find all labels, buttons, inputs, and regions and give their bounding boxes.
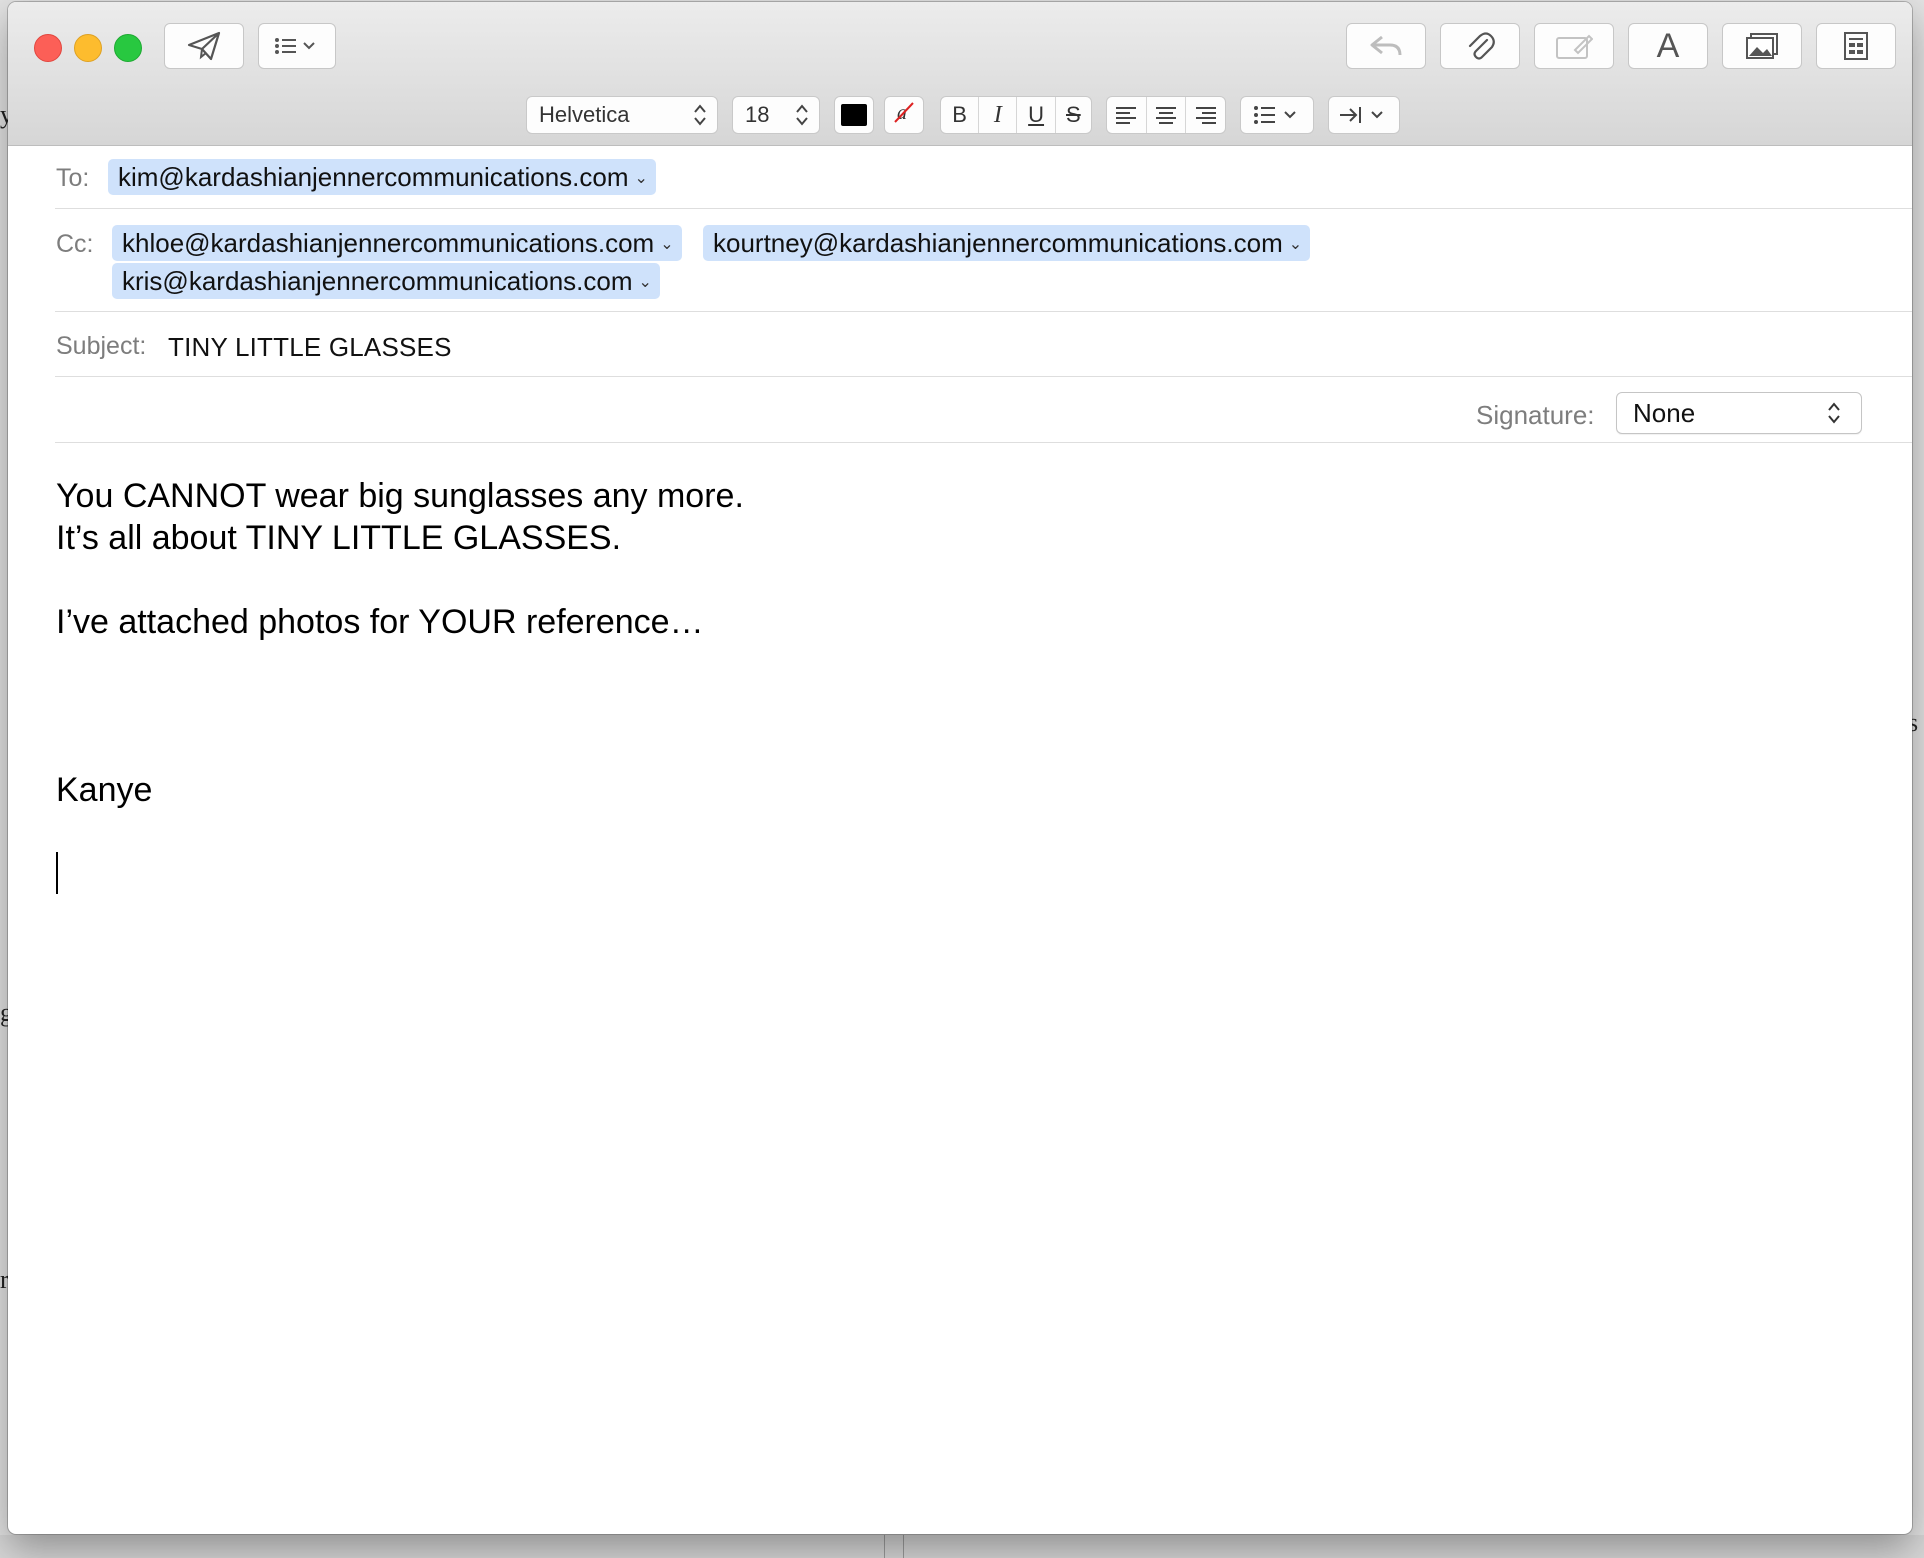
background-divider [903,1535,904,1558]
stationery-icon [1843,31,1869,61]
text-color-button[interactable] [834,96,874,134]
markup-icon [1555,32,1593,60]
align-center-button[interactable] [1145,97,1186,133]
paper-plane-icon [187,31,221,61]
message-line: It’s all about TINY LITTLE GLASSES. [56,519,622,557]
zoom-button[interactable] [114,34,142,62]
bulleted-list-icon [1254,106,1296,124]
signature-select[interactable]: None [1616,392,1862,434]
field-separator [55,376,1912,377]
cc-label: Cc: [56,230,94,258]
background-window-bottom [0,1535,1924,1558]
text-color-swatch [841,104,867,126]
recipient-address: kourtney@kardashianjennercommunications.… [713,227,1283,258]
cc-recipient-token[interactable]: khloe@kardashianjennercommunications.com… [112,225,682,261]
chevron-down-icon: ⌄ [638,274,652,291]
up-down-arrows-icon [694,104,706,126]
underline-button[interactable]: U [1016,97,1054,133]
italic-label: I [993,101,1002,128]
font-family-select[interactable]: Helvetica [526,96,718,134]
indent-icon [1340,107,1383,123]
field-separator [55,208,1912,209]
message-line: I’ve attached photos for YOUR reference… [56,603,704,641]
reply-arrow-icon [1368,33,1404,59]
chevron-down-icon: ⌄ [634,170,648,187]
up-down-arrows-icon [796,104,808,126]
fonts-button[interactable]: A [1628,23,1708,69]
align-left-button[interactable] [1107,97,1146,133]
font-size-select[interactable]: 18 [732,96,820,134]
text-style-group: B I U S [940,96,1092,134]
background-divider [884,1535,885,1558]
align-left-icon [1116,107,1137,124]
background-color-button[interactable]: a [884,96,924,134]
message-line: You CANNOT wear big sunglasses any more. [56,477,744,515]
subject-field[interactable]: TINY LITTLE GLASSES [168,332,452,363]
font-family-value: Helvetica [539,102,630,127]
fonts-label: A [1656,26,1680,65]
recipient-address: kris@kardashianjennercommunications.com [122,265,633,296]
field-separator [55,442,1912,443]
align-right-button[interactable] [1185,97,1225,133]
photo-icon [1745,32,1779,60]
stationery-button[interactable] [1816,23,1896,69]
to-recipient-token[interactable]: kim@kardashianjennercommunications.com ⌄ [108,159,656,195]
font-size-value: 18 [745,102,770,127]
cc-recipient-token[interactable]: kris@kardashianjennercommunications.com … [112,263,660,299]
compose-window: A Helvetica 18 a B I U S To: kim@kardash… [8,2,1912,1534]
signature-value: None [1633,397,1696,428]
header-fields-button[interactable] [258,23,336,69]
underline-label: U [1028,102,1045,127]
message-signature-line: Kanye [56,771,153,809]
photo-browser-button[interactable] [1722,23,1802,69]
strikethrough-button[interactable]: S [1054,97,1091,133]
chevron-down-icon: ⌄ [660,236,674,253]
svg-text:a: a [897,102,907,124]
bold-label: B [952,102,967,127]
reply-button[interactable] [1346,23,1426,69]
indent-button[interactable] [1328,96,1400,134]
bold-button[interactable]: B [941,97,978,133]
alignment-group [1106,96,1226,134]
up-down-arrows-icon [1828,402,1840,424]
recipient-address: khloe@kardashianjennercommunications.com [122,227,655,258]
cc-recipient-token[interactable]: kourtney@kardashianjennercommunications.… [703,225,1311,261]
field-separator [55,311,1912,312]
minimize-button[interactable] [74,34,102,62]
align-right-icon [1195,107,1216,124]
signature-label: Signature: [1476,400,1595,430]
recipient-address: kim@kardashianjennercommunications.com [118,161,629,192]
italic-button[interactable]: I [978,97,1016,133]
list-style-button[interactable] [1240,96,1314,134]
chevron-down-icon: ⌄ [1288,236,1303,253]
close-button[interactable] [34,34,62,62]
strikethrough-label: S [1066,102,1081,127]
text-cursor [56,852,58,894]
window-toolbar: A Helvetica 18 a B I U S [8,2,1912,146]
send-button[interactable] [164,23,244,69]
list-menu-icon [274,35,320,57]
to-label: To: [56,164,90,192]
attach-button[interactable] [1440,23,1520,69]
markup-button[interactable] [1534,23,1614,69]
align-center-icon [1156,107,1176,124]
no-color-icon: a [892,100,916,130]
subject-label: Subject: [56,332,147,360]
paperclip-icon [1465,30,1495,62]
